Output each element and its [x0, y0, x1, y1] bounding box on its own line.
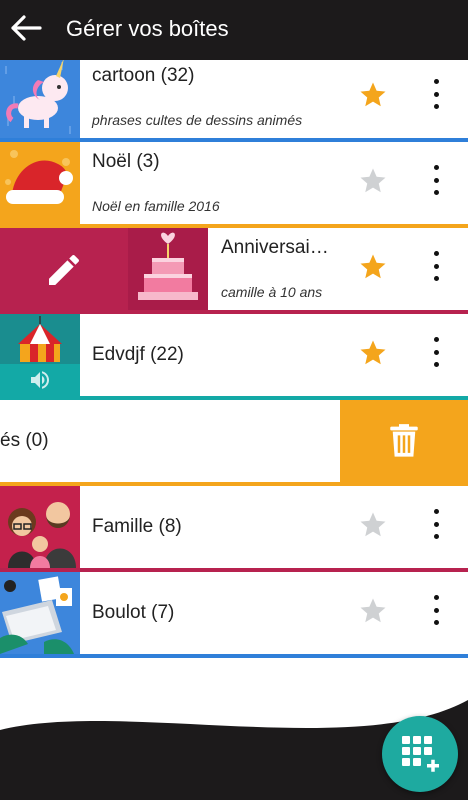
star-icon[interactable]	[358, 80, 388, 110]
list-item-cartoon[interactable]: cartoon (32) phrases cultes de dessins a…	[0, 56, 468, 142]
list-item-edvdjf[interactable]: Edvdjf (22)	[0, 314, 468, 400]
box-subtitle: phrases cultes de dessins animés	[92, 112, 303, 128]
box-name: Famille (8)	[92, 516, 182, 537]
add-box-button[interactable]	[382, 716, 458, 792]
speaker-icon[interactable]	[26, 368, 54, 392]
box-card	[0, 400, 340, 482]
back-button[interactable]	[8, 10, 44, 46]
box-name: cartoon (32)	[92, 65, 195, 86]
list-item-boulot[interactable]: Boulot (7)	[0, 572, 468, 658]
more-options-icon[interactable]	[426, 334, 446, 370]
trash-icon	[390, 424, 418, 457]
star-icon[interactable]	[358, 596, 388, 626]
star-icon[interactable]	[358, 252, 388, 282]
circus-tent-icon	[0, 314, 80, 396]
star-icon[interactable]	[358, 166, 388, 196]
more-options-icon[interactable]	[426, 248, 446, 284]
grid-plus-icon	[402, 736, 439, 772]
box-name: Anniversai…	[221, 237, 329, 258]
family-icon	[0, 486, 80, 568]
box-name: és (0)	[0, 430, 49, 451]
page-title: Gérer vos boîtes	[66, 16, 229, 41]
laptop-icon	[0, 572, 80, 654]
box-name: Noël (3)	[92, 151, 160, 172]
delete-action[interactable]	[340, 400, 468, 482]
star-icon[interactable]	[358, 510, 388, 540]
edit-icon	[49, 254, 80, 285]
box-subtitle: camille à 10 ans	[221, 284, 323, 300]
more-options-icon[interactable]	[426, 76, 446, 112]
box-color-bar	[0, 654, 468, 658]
box-list: cartoon (32) phrases cultes de dessins a…	[0, 56, 468, 658]
more-options-icon[interactable]	[426, 162, 446, 198]
list-item-famille[interactable]: Famille (8)	[0, 486, 468, 572]
back-arrow-icon	[11, 15, 42, 41]
box-subtitle: Noël en famille 2016	[92, 198, 220, 214]
list-item-swiped[interactable]: és (0)	[0, 400, 468, 486]
list-item-anniversaire[interactable]: Anniversai… camille à 10 ans	[0, 228, 468, 314]
unicorn-icon	[0, 56, 80, 138]
box-name: Boulot (7)	[92, 602, 175, 623]
edit-action[interactable]	[0, 228, 128, 310]
santa-hat-icon	[0, 142, 80, 224]
birthday-cake-icon	[128, 228, 208, 310]
more-options-icon[interactable]	[426, 506, 446, 542]
more-options-icon[interactable]	[426, 592, 446, 628]
box-name: Edvdjf (22)	[92, 344, 184, 365]
list-item-noel[interactable]: Noël (3) Noël en famille 2016	[0, 142, 468, 228]
star-icon[interactable]	[358, 338, 388, 368]
app-header: Gérer vos boîtes	[0, 0, 468, 60]
